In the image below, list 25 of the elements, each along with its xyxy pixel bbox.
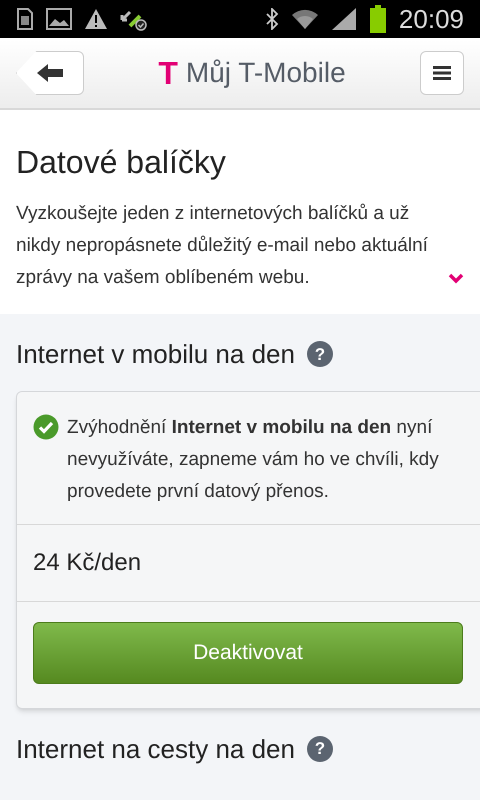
back-arrow-icon xyxy=(37,64,63,82)
brand-logo: T xyxy=(158,57,178,89)
intro-text: Vyzkoušejte jeden z internetových balíčků a už nikdy nepropásnete důležitý e-mail nebo aktuální zprávy na vašem oblíbeném webu. xyxy=(16,202,429,290)
back-button[interactable] xyxy=(16,51,84,95)
check-circle-icon xyxy=(33,414,59,440)
wifi-icon xyxy=(290,7,319,31)
battery-icon xyxy=(368,5,387,33)
package-message: Zvýhodnění Internet v mobilu na den nyní nevyužíváte, zapneme vám ho ve chvíli, kdy provedete první datový přenos. xyxy=(67,416,440,504)
menu-button[interactable] xyxy=(420,51,464,95)
clock-time: 20:09 xyxy=(398,6,464,32)
deactivate-button[interactable]: Deaktivovat xyxy=(33,622,463,684)
sim-card-icon xyxy=(16,8,34,30)
chevron-down-icon[interactable] xyxy=(448,273,464,285)
bluetooth-icon xyxy=(264,8,279,30)
menu-icon xyxy=(433,66,451,80)
page-title: Datové balíčky xyxy=(16,143,227,182)
image-icon xyxy=(46,8,72,30)
package-price: 24 Kč/den xyxy=(33,548,142,576)
package-title: Internet v mobilu na den xyxy=(16,338,295,370)
signal-icon xyxy=(330,7,357,31)
help-icon[interactable]: ? xyxy=(306,736,333,762)
help-icon[interactable]: ? xyxy=(306,341,333,368)
app-title: Můj T-Mobile xyxy=(186,56,346,90)
package-title: Internet na cesty na den xyxy=(16,732,295,765)
warning-icon xyxy=(84,8,108,30)
